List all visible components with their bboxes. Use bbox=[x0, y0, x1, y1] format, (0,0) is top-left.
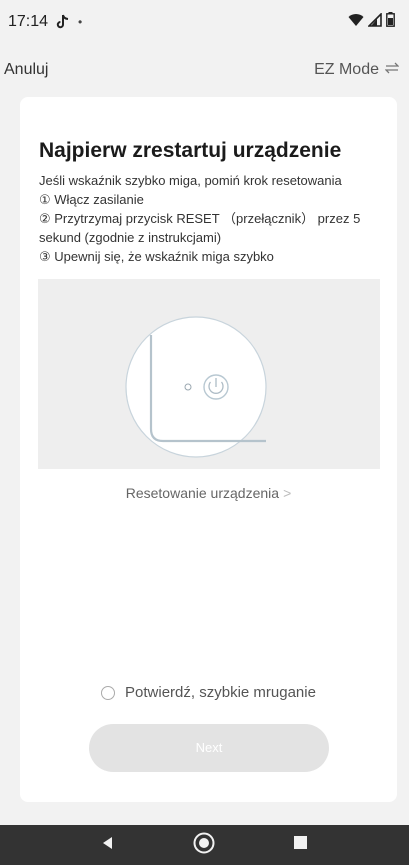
tiktok-icon bbox=[54, 14, 70, 30]
status-time: 17:14 bbox=[8, 13, 49, 30]
reset-instructions-card: Najpierw zrestartuj urządzenie Jeśli wsk… bbox=[20, 97, 397, 802]
instruction-note: Jeśli wskaźnik szybko miga, pomiń krok r… bbox=[39, 173, 342, 188]
home-circle-icon bbox=[193, 832, 215, 859]
reset-device-label: Resetowanie urządzenia bbox=[125, 485, 280, 501]
instruction-step-2: ② Przytrzymaj przycisk RESET （przełączni… bbox=[39, 211, 361, 245]
swap-icon bbox=[384, 61, 400, 79]
wifi-icon bbox=[348, 13, 364, 32]
confirm-radio[interactable] bbox=[101, 685, 116, 700]
instruction-step-3: ③ Upewnij się, że wskaźnik miga szybko bbox=[39, 249, 274, 264]
ez-mode-switch[interactable]: EZ Mode bbox=[314, 61, 400, 79]
cancel-button[interactable]: Anuluj bbox=[4, 61, 48, 79]
notification-dot: • bbox=[78, 15, 83, 29]
signal-icon bbox=[367, 11, 382, 32]
confirm-blinking-option[interactable]: Potwierdź, szybkie mruganie bbox=[20, 684, 397, 701]
page-title: Najpierw zrestartuj urządzenie bbox=[39, 139, 342, 162]
chevron-right-icon: > bbox=[283, 485, 292, 501]
home-nav-button[interactable] bbox=[184, 825, 224, 865]
system-nav-bar bbox=[0, 825, 409, 865]
instructions-list: Jeśli wskaźnik szybko miga, pomiń krok r… bbox=[39, 171, 384, 266]
confirm-label: Potwierdź, szybkie mruganie bbox=[125, 684, 316, 701]
system-icons bbox=[348, 11, 395, 32]
reset-device-link[interactable]: Resetowanie urządzenia > bbox=[20, 485, 397, 501]
back-triangle-icon bbox=[101, 836, 115, 855]
device-reset-illustration bbox=[38, 279, 380, 469]
back-nav-button[interactable] bbox=[88, 825, 128, 865]
instruction-step-1: ① Włącz zasilanie bbox=[39, 192, 144, 207]
ez-mode-label: EZ Mode bbox=[314, 61, 379, 78]
recents-nav-button[interactable] bbox=[281, 825, 321, 865]
next-button[interactable]: Next bbox=[89, 724, 329, 772]
recents-square-icon bbox=[294, 836, 308, 854]
battery-icon bbox=[386, 12, 395, 32]
top-bar: Anuluj EZ Mode bbox=[0, 50, 409, 90]
status-bar: 17:14 • bbox=[0, 0, 409, 44]
